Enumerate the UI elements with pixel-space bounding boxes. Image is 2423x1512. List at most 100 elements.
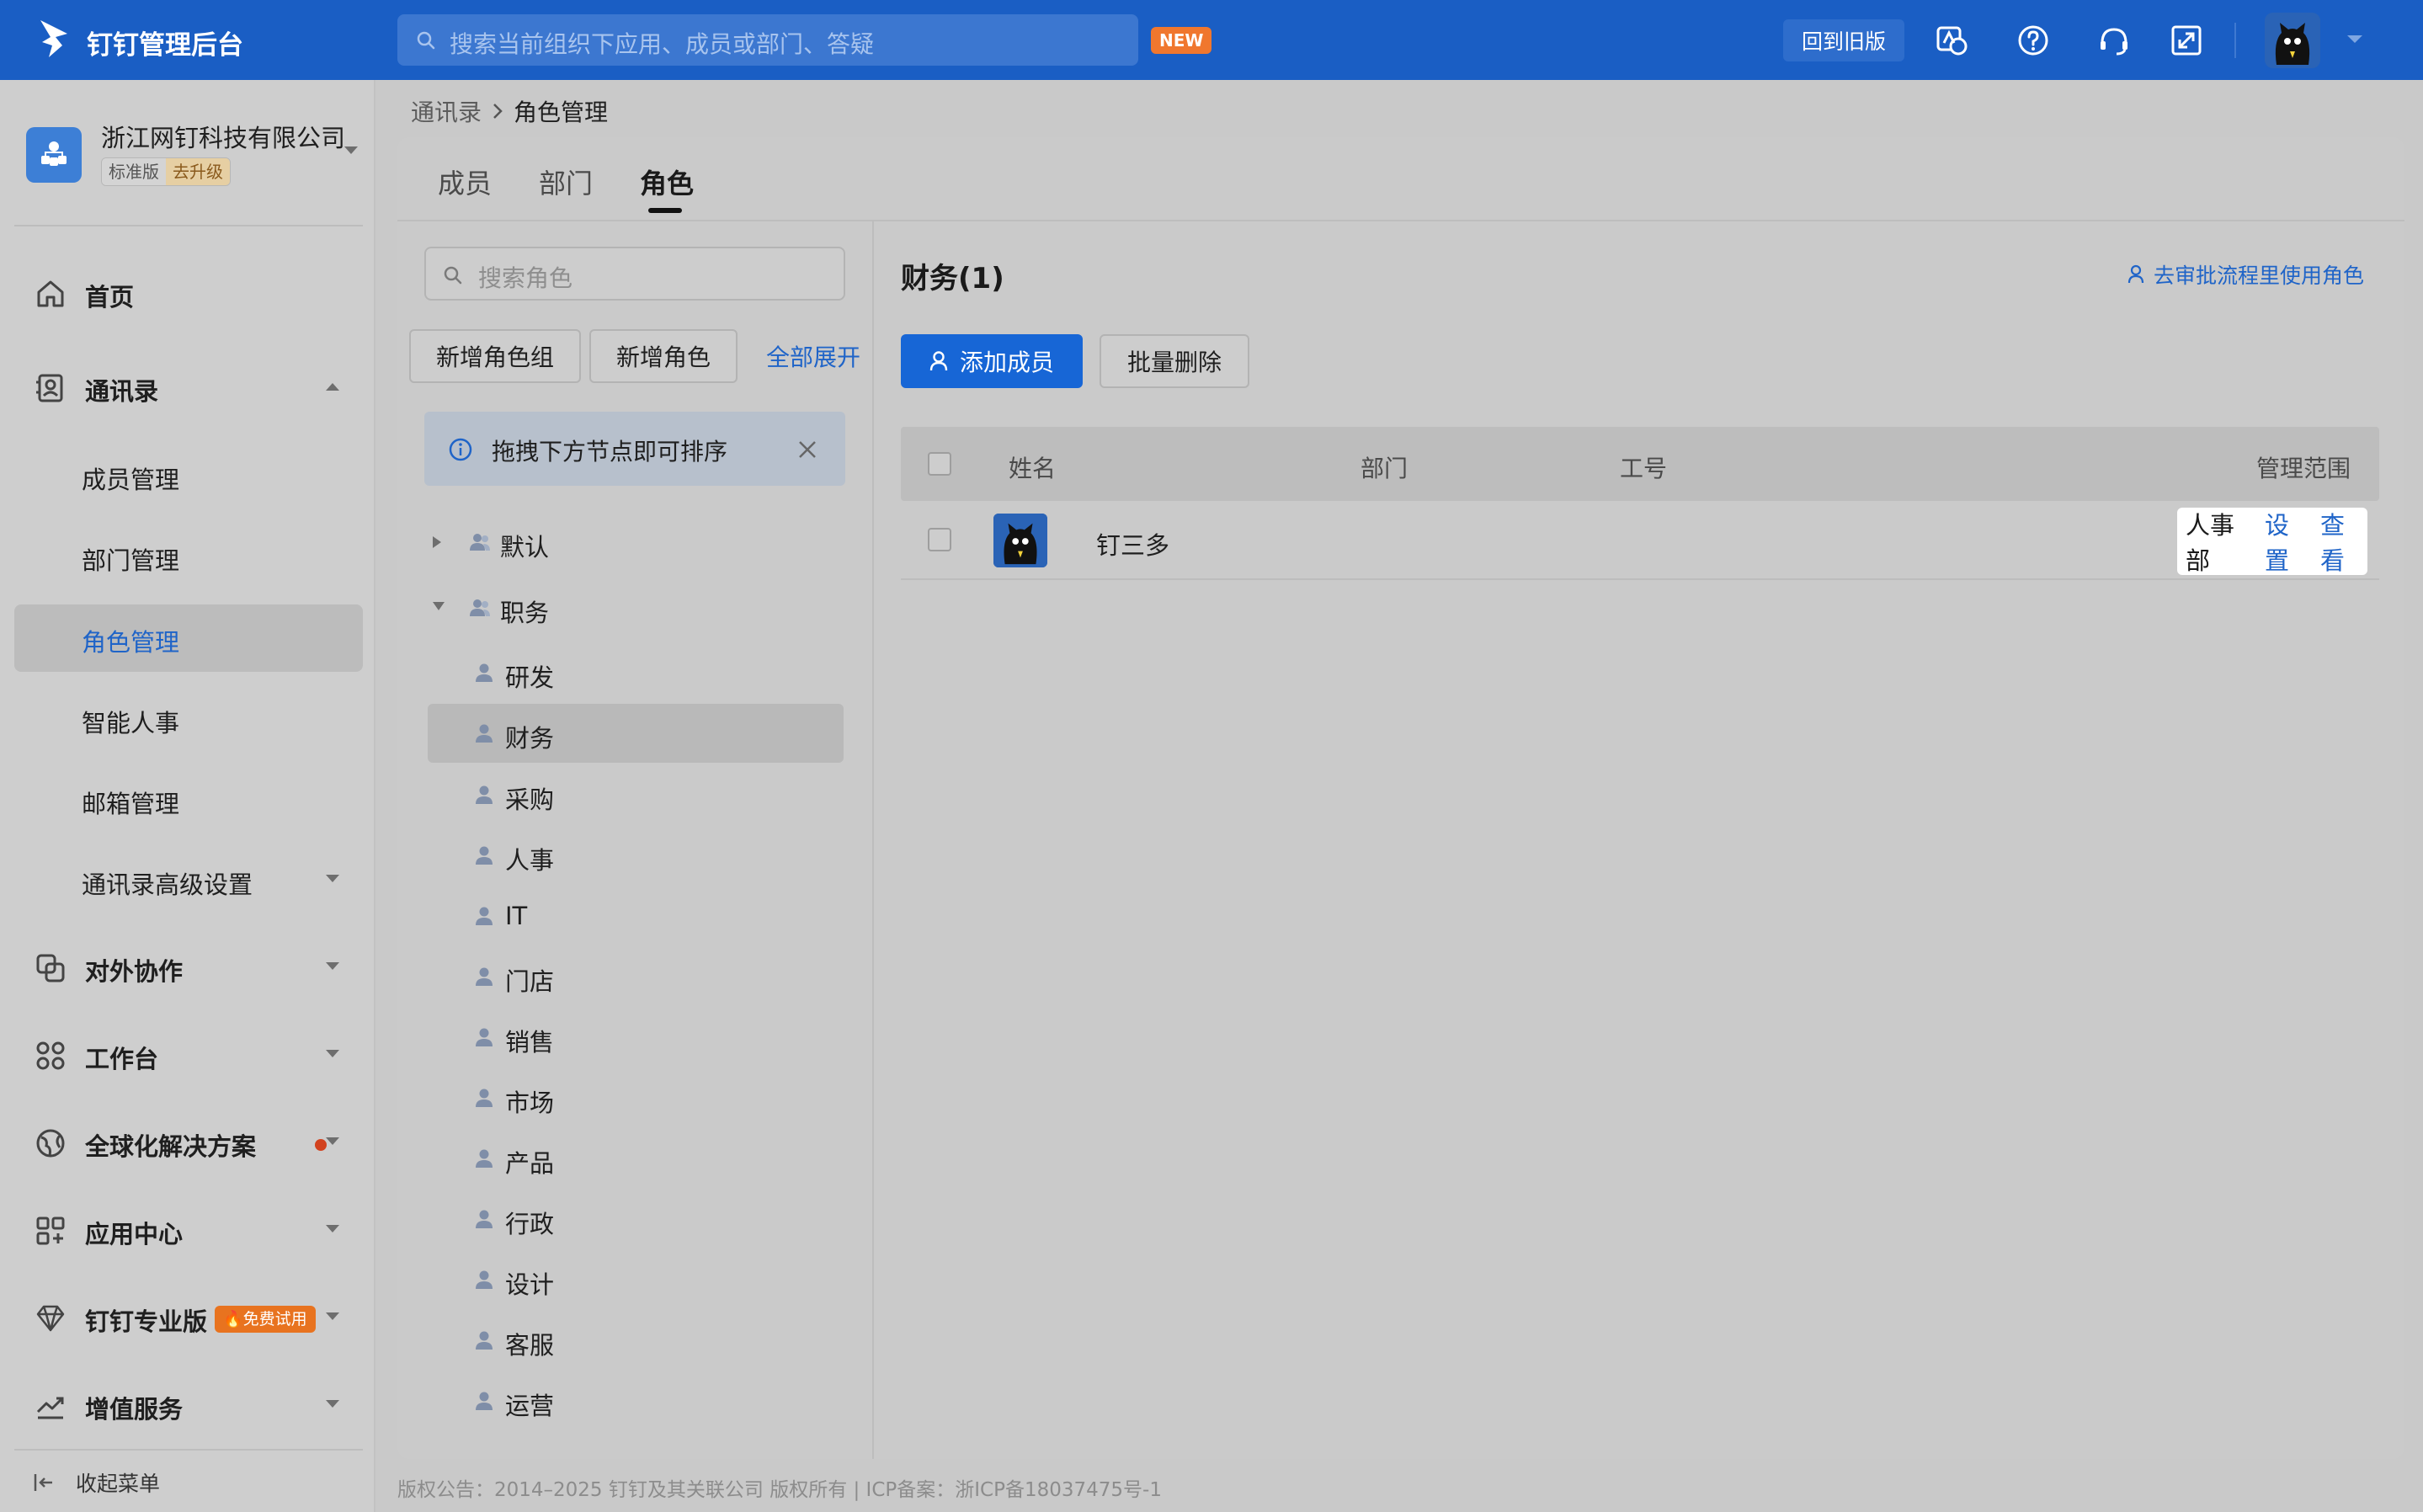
role-item[interactable]: IT <box>428 886 844 945</box>
user-icon <box>475 785 493 805</box>
fullscreen-icon[interactable] <box>2169 23 2204 58</box>
role-item[interactable]: 客服 <box>428 1311 844 1370</box>
sidebar-item-value-added[interactable]: 增值服务 <box>14 1372 363 1440</box>
org-switch-caret-icon[interactable] <box>343 146 359 156</box>
role-item-label: 采购 <box>505 785 555 814</box>
footer-copyright: 版权公告：2014–2025 钉钉及其关联公司 版权所有 | ICP备案：浙IC… <box>397 1479 1162 1501</box>
chevron-down-icon <box>325 1224 340 1234</box>
sidebar-item-member-management[interactable]: 成员管理 <box>14 442 363 509</box>
sidebar-item-smart-hr[interactable]: 智能人事 <box>14 685 363 753</box>
add-role-group-button[interactable]: 新增角色组 <box>409 329 581 383</box>
breadcrumb-parent-link[interactable]: 通讯录 <box>411 94 482 128</box>
breadcrumb-current: 角色管理 <box>514 98 609 126</box>
expand-all-link[interactable]: 全部展开 <box>766 339 860 373</box>
org-edition-tags: 标准版 去升级 <box>101 157 231 186</box>
sidebar-item-external-collaboration[interactable]: 对外协作 <box>14 934 363 1002</box>
role-item-label: 产品 <box>505 1149 555 1178</box>
sidebar-item-globalization[interactable]: 全球化解决方案 <box>14 1110 363 1177</box>
scope-cell: 人事部 设置 查看 <box>2177 508 2367 575</box>
tab-roles[interactable]: 角色 <box>640 162 694 201</box>
app-title[interactable]: 钉钉管理后台 <box>87 24 243 61</box>
breadcrumb: 通讯录 角色管理 <box>411 94 608 128</box>
sidebar-item-dingtalk-pro[interactable]: 钉钉专业版 🔥免费试用 <box>14 1285 363 1352</box>
role-item-label: 人事 <box>505 846 555 875</box>
sidebar-item-label: 钉钉专业版 <box>85 1307 208 1336</box>
chevron-down-icon <box>325 1137 340 1147</box>
role-item[interactable]: 门店 <box>428 947 844 1006</box>
batch-delete-button[interactable]: 批量删除 <box>1100 334 1249 388</box>
role-item-label: 门店 <box>505 967 555 996</box>
support-headset-icon[interactable] <box>2096 23 2132 58</box>
sidebar-item-label: 邮箱管理 <box>82 790 180 818</box>
user-icon <box>475 966 493 987</box>
role-item-label: 客服 <box>505 1331 555 1360</box>
org-name[interactable]: 浙江网钉科技有限公司 <box>101 119 345 154</box>
chevron-down-icon <box>325 874 340 884</box>
scope-set-link[interactable]: 设置 <box>2265 506 2312 577</box>
scope-view-link[interactable]: 查看 <box>2320 506 2367 577</box>
role-search-placeholder: 搜索角色 <box>478 264 573 292</box>
tab-members[interactable]: 成员 <box>438 162 492 201</box>
new-badge: NEW <box>1151 27 1212 54</box>
role-item[interactable]: 销售 <box>428 1008 844 1067</box>
sidebar-item-role-management[interactable]: 角色管理 <box>14 604 363 672</box>
role-item[interactable]: 人事 <box>428 826 844 885</box>
home-icon <box>35 278 67 310</box>
chevron-down-icon <box>325 1312 340 1322</box>
column-header-scope[interactable]: 管理范围 <box>2256 450 2351 484</box>
collapse-menu-icon <box>34 1472 54 1493</box>
avatar[interactable] <box>993 514 1047 567</box>
close-icon[interactable] <box>796 439 818 461</box>
member-name: 钉三多 <box>1096 531 1170 560</box>
row-checkbox[interactable] <box>928 528 951 551</box>
sidebar-item-mailbox-management[interactable]: 邮箱管理 <box>14 766 363 833</box>
role-item[interactable]: 设计 <box>428 1250 844 1309</box>
dingtalk-logo-icon[interactable] <box>37 17 71 61</box>
translate-icon[interactable] <box>1935 23 1970 58</box>
role-tree-pane: 搜索角色 新增角色组 新增角色 全部展开 拖拽下方节点即可排序 默认 职务 研发… <box>397 221 874 1459</box>
column-header-department[interactable]: 部门 <box>1361 450 1408 484</box>
upgrade-link[interactable]: 去升级 <box>166 158 230 185</box>
role-item[interactable]: 产品 <box>428 1129 844 1188</box>
role-item-selected[interactable]: 财务 <box>428 704 844 763</box>
role-item[interactable]: 采购 <box>428 765 844 824</box>
sidebar-item-home[interactable]: 首页 <box>14 260 363 327</box>
add-member-button[interactable]: 添加成员 <box>901 334 1083 388</box>
role-item[interactable]: 运营 <box>428 1371 844 1430</box>
column-header-name[interactable]: 姓名 <box>1009 450 1056 484</box>
search-placeholder: 搜索当前组织下应用、成员或部门、答疑 <box>450 30 875 58</box>
select-all-checkbox[interactable] <box>928 452 951 476</box>
table-row: 钉三多 人事部 设置 查看 <box>901 501 2379 580</box>
role-item[interactable]: 行政 <box>428 1190 844 1248</box>
sidebar-item-contacts-advanced[interactable]: 通讯录高级设置 <box>14 847 363 914</box>
user-avatar[interactable] <box>2265 13 2320 68</box>
chevron-down-icon[interactable] <box>2346 34 2364 45</box>
add-role-button[interactable]: 新增角色 <box>589 329 738 383</box>
tab-departments[interactable]: 部门 <box>539 162 593 201</box>
search-icon <box>443 265 463 285</box>
role-group-position[interactable]: 职务 <box>428 578 844 637</box>
chevron-up-icon <box>325 381 340 391</box>
sidebar-item-app-center[interactable]: 应用中心 <box>14 1197 363 1264</box>
collapse-menu-label: 收起菜单 <box>76 1472 161 1496</box>
role-detail-title: 财务(1) <box>901 262 1004 295</box>
back-to-old-version-button[interactable]: 回到旧版 <box>1783 19 1904 61</box>
sidebar-item-department-management[interactable]: 部门管理 <box>14 523 363 590</box>
global-search-input[interactable]: 搜索当前组织下应用、成员或部门、答疑 <box>397 14 1138 66</box>
column-header-employee-id[interactable]: 工号 <box>1620 450 1667 484</box>
caret-right-icon[interactable] <box>431 535 443 550</box>
use-role-in-approval-link[interactable]: 去审批流程里使用角色 <box>2127 259 2364 290</box>
user-group-icon <box>468 598 492 618</box>
caret-down-icon[interactable] <box>431 600 446 612</box>
role-item[interactable]: 研发 <box>428 643 844 702</box>
collapse-menu-button[interactable]: 收起菜单 <box>34 1467 160 1498</box>
role-item[interactable]: 市场 <box>428 1068 844 1127</box>
add-user-icon <box>929 350 950 372</box>
role-search-input[interactable]: 搜索角色 <box>424 247 845 301</box>
sidebar-item-contacts[interactable]: 通讯录 <box>14 354 363 422</box>
help-icon[interactable] <box>2016 23 2051 58</box>
user-icon <box>475 1088 493 1108</box>
sidebar-item-workbench[interactable]: 工作台 <box>14 1022 363 1089</box>
globe-icon <box>35 1127 67 1159</box>
role-group-default[interactable]: 默认 <box>428 513 844 572</box>
